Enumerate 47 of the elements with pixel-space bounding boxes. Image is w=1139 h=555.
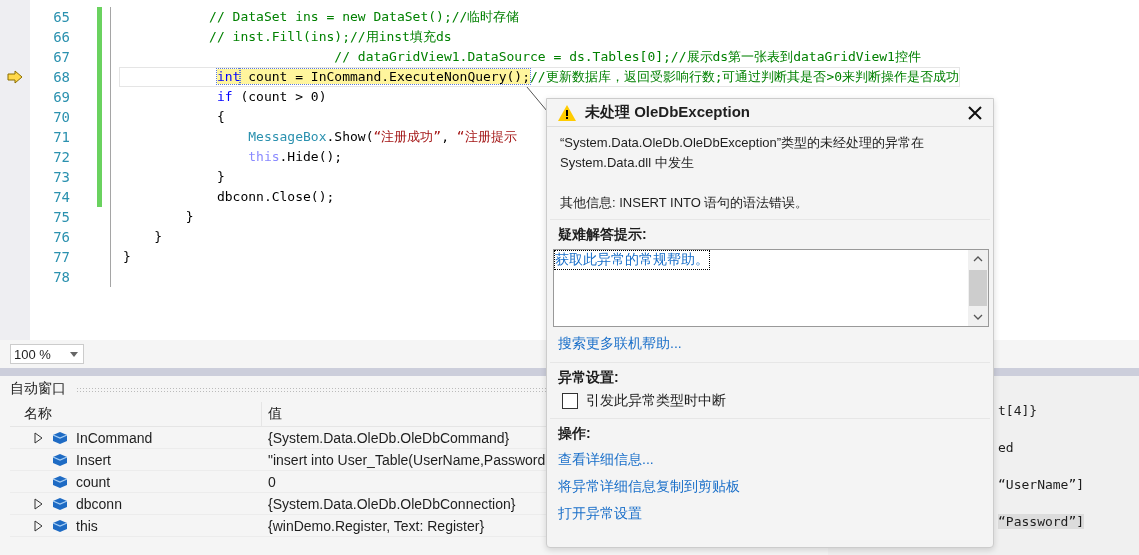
- code-line: dbconn.Close();: [215, 188, 335, 206]
- code-line: }: [184, 208, 194, 226]
- variable-value: {winDemo.Register, Text: Register}: [267, 517, 485, 534]
- line-number: 70: [52, 109, 70, 125]
- code-line: }: [215, 168, 225, 186]
- code-line: }: [123, 248, 131, 266]
- code-line: {: [215, 108, 225, 126]
- variable-name: InCommand: [76, 429, 153, 446]
- line-number: 66: [52, 29, 70, 45]
- code-text: “Password”]: [998, 514, 1085, 529]
- code-line: }: [153, 228, 163, 246]
- line-number: 69: [52, 89, 70, 105]
- section-label: 操作:: [558, 425, 591, 443]
- line-number: 78: [52, 269, 70, 285]
- code-line: this.Hide();: [247, 148, 343, 166]
- variable-value: 0: [267, 473, 276, 490]
- variable-value: {System.Data.OleDb.OleDbCommand}: [267, 429, 510, 446]
- exception-message: “System.Data.OleDb.OleDbException”类型的未经处理的异常在 System.Data.dll 中发生: [560, 134, 926, 172]
- variable-name: count: [76, 473, 111, 490]
- line-number: 65: [52, 9, 70, 25]
- variable-name: this: [76, 517, 98, 534]
- code-line: // DataSet ins = new DataSet();//临时存储: [208, 8, 520, 26]
- code-line: // inst.Fill(ins);//用inst填充ds: [208, 28, 452, 46]
- line-number: 71: [52, 129, 70, 145]
- panel-title: 自动窗口: [10, 380, 66, 398]
- line-number: 74: [52, 189, 70, 205]
- variable-value: "insert into User_Table(UserName,Password: [267, 451, 546, 468]
- line-number: 73: [52, 169, 70, 185]
- code-line: MessageBox.Show(“注册成功”, “注册提示: [247, 128, 517, 146]
- line-number: 76: [52, 229, 70, 245]
- variable-value: {System.Data.OleDb.OleDbConnection}: [267, 495, 516, 512]
- line-number: 67: [52, 49, 70, 65]
- code-text: “UserName”]: [998, 477, 1085, 492]
- section-label: 疑难解答提示:: [558, 226, 647, 244]
- code-line: // dataGridView1.DataSource = ds.Tables[0];//展示ds第一张表到dataGridView1控件: [333, 48, 921, 66]
- line-number: 72: [52, 149, 70, 165]
- variable-name: Insert: [76, 451, 111, 468]
- line-number: 68: [52, 69, 70, 85]
- code-text: t[4]}: [998, 403, 1038, 418]
- popup-title: 未处理 OleDbException: [585, 103, 752, 122]
- code-line: if (count > 0): [215, 88, 327, 106]
- code-text: ed: [998, 440, 1014, 455]
- line-number: 75: [52, 209, 70, 225]
- variable-name: dbconn: [76, 495, 122, 512]
- line-number: 77: [52, 249, 70, 265]
- section-label: 异常设置:: [558, 369, 619, 387]
- additional-info: 其他信息: INSERT INTO 语句的语法错误。: [560, 194, 810, 212]
